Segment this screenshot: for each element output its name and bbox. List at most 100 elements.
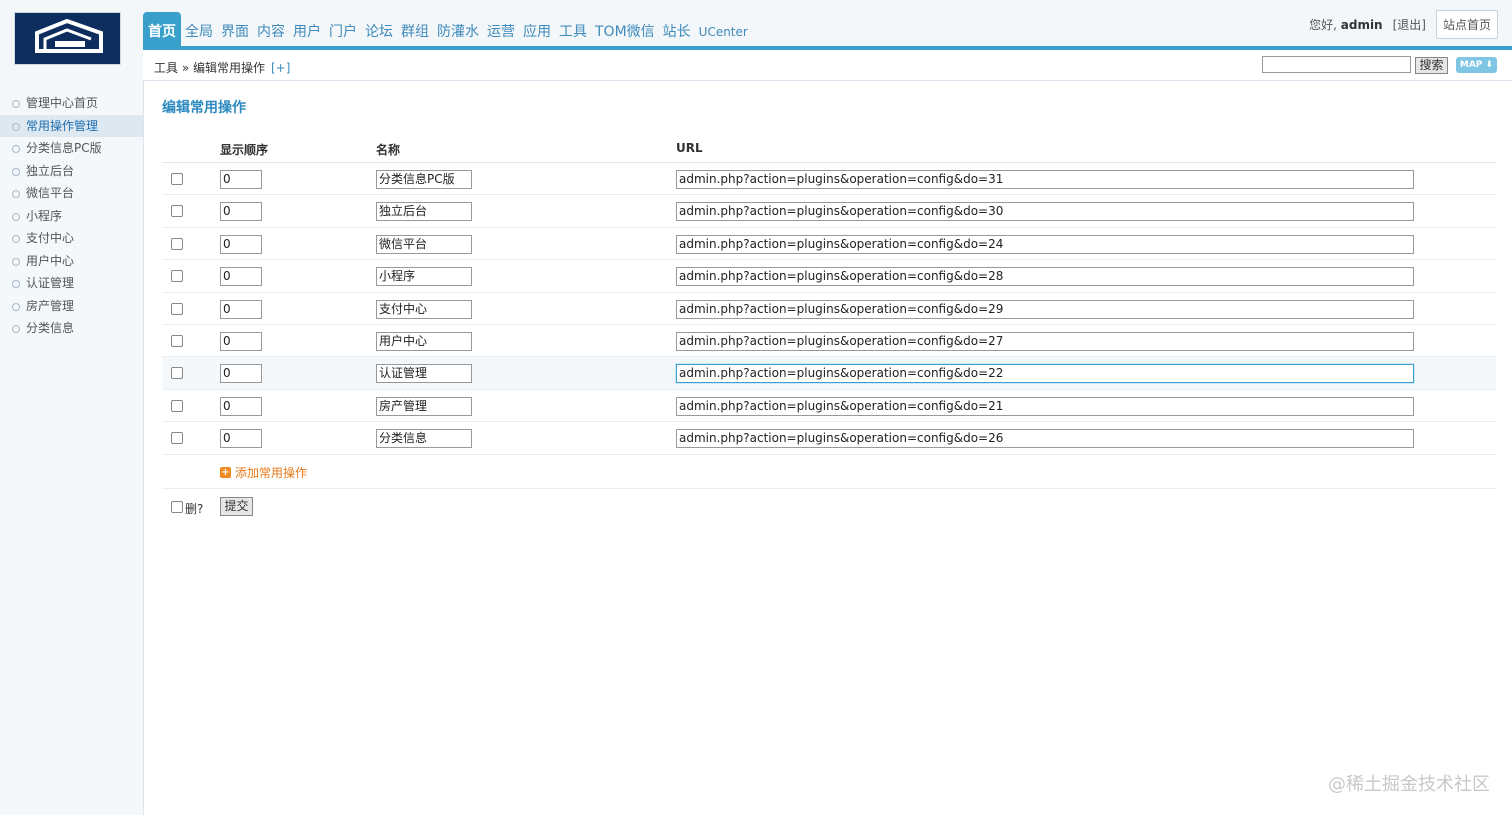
row-delete-checkbox[interactable]	[171, 173, 183, 185]
order-input[interactable]: 0	[220, 267, 262, 287]
nav-item-12[interactable]: TOM微信	[591, 12, 659, 49]
name-input[interactable]: 支付中心	[376, 299, 472, 319]
url-input[interactable]: admin.php?action=plugins&operation=confi…	[676, 364, 1414, 384]
name-input[interactable]: 认证管理	[376, 364, 472, 384]
submit-button[interactable]: 提交	[220, 496, 253, 516]
nav-item-6[interactable]: 论坛	[361, 12, 397, 49]
nav-item-14[interactable]: UCenter	[695, 12, 752, 49]
nav-item-13[interactable]: 站长	[659, 12, 695, 49]
top-nav: 首页 全局 界面 内容 用户 门户 论坛 群组 防灌水 运营 应用 工具 TOM微信 站长 UCenter	[143, 12, 752, 49]
breadcrumb-bar: 工具 » 编辑常用操作 [+] 搜索 MAP ⬇	[143, 50, 1512, 81]
user-info: 您好, admin [退出] 站点首页	[1309, 10, 1498, 39]
sidebar: 管理中心首页 常用操作管理 分类信息PC版 独立后台 微信平台 小程序 支付中心 用户中心 认证…	[0, 80, 144, 815]
name-input[interactable]: 小程序	[376, 267, 472, 287]
plus-icon: +	[220, 466, 231, 478]
table-row: 0 用户中心 admin.php?action=plugins&operation=…	[162, 325, 1496, 358]
name-input[interactable]: 用户中心	[376, 331, 472, 351]
url-input[interactable]: admin.php?action=plugins&operation=confi…	[676, 234, 1414, 254]
row-delete-checkbox[interactable]	[171, 399, 183, 412]
order-input[interactable]: 0	[220, 170, 262, 189]
name-input[interactable]: 独立后台	[376, 202, 472, 222]
row-delete-checkbox[interactable]	[171, 432, 183, 445]
url-input[interactable]: admin.php?action=plugins&operation=confi…	[676, 299, 1414, 319]
add-row: + 添加常用操作	[162, 455, 1496, 489]
url-input[interactable]: admin.php?action=plugins&operation=confi…	[676, 331, 1414, 351]
search-button[interactable]: 搜索	[1415, 57, 1448, 74]
url-input[interactable]: admin.php?action=plugins&operation=confi…	[676, 396, 1414, 416]
breadcrumb: 工具 » 编辑常用操作 [+]	[154, 59, 290, 76]
sidebar-item-4[interactable]: 微信平台	[0, 182, 143, 205]
nav-item-8[interactable]: 防灌水	[433, 12, 483, 49]
sidebar-item-0[interactable]: 管理中心首页	[0, 92, 143, 115]
map-button[interactable]: MAP ⬇	[1456, 57, 1497, 73]
order-input[interactable]: 0	[220, 299, 262, 319]
name-input[interactable]: 房产管理	[376, 396, 472, 416]
table-row: 0 房产管理 admin.php?action=plugins&operation=…	[162, 390, 1496, 423]
order-input[interactable]: 0	[220, 364, 262, 384]
greeting: 您好, admin	[1309, 18, 1383, 32]
nav-item-5[interactable]: 门户	[325, 12, 361, 49]
column-name-header: 名称	[376, 143, 401, 157]
name-input[interactable]: 分类信息PC版	[376, 170, 472, 189]
table-footer: 删? 提交	[162, 489, 1496, 525]
table-row: 0 分类信息PC版 admin.php?action=plugins&operati…	[162, 163, 1496, 196]
operations-table: 显示顺序 名称 URL 0 分类信息PC版 admin.php?action=plu…	[162, 132, 1496, 525]
order-input[interactable]: 0	[220, 202, 262, 222]
search-input[interactable]	[1262, 56, 1411, 73]
column-url-header: URL	[676, 141, 703, 155]
sidebar-item-6[interactable]: 支付中心	[0, 227, 143, 250]
sidebar-item-8[interactable]: 认证管理	[0, 272, 143, 295]
column-order-header: 显示顺序	[220, 143, 269, 157]
url-input[interactable]: admin.php?action=plugins&operation=confi…	[676, 170, 1414, 189]
sidebar-item-7[interactable]: 用户中心	[0, 250, 143, 273]
nav-item-11[interactable]: 工具	[555, 12, 591, 49]
add-shortcut-link[interactable]: [+]	[271, 61, 290, 75]
watermark: @稀土掘金技术社区	[1328, 774, 1490, 795]
row-delete-checkbox[interactable]	[171, 270, 183, 283]
logo[interactable]	[14, 12, 121, 65]
page-title: 编辑常用操作	[162, 100, 246, 116]
sidebar-item-1[interactable]: 常用操作管理	[0, 114, 143, 137]
order-input[interactable]: 0	[220, 234, 262, 254]
sidebar-item-5[interactable]: 小程序	[0, 205, 143, 228]
nav-item-2[interactable]: 界面	[217, 12, 253, 49]
nav-item-0[interactable]: 首页	[143, 12, 181, 49]
url-input[interactable]: admin.php?action=plugins&operation=confi…	[676, 202, 1414, 222]
nav-item-3[interactable]: 内容	[253, 12, 289, 49]
row-delete-checkbox[interactable]	[171, 334, 183, 347]
sidebar-item-2[interactable]: 分类信息PC版	[0, 137, 143, 160]
name-input[interactable]: 微信平台	[376, 234, 472, 254]
nav-item-4[interactable]: 用户	[289, 12, 325, 49]
url-input[interactable]: admin.php?action=plugins&operation=confi…	[676, 429, 1414, 449]
sidebar-item-9[interactable]: 房产管理	[0, 295, 143, 318]
nav-item-10[interactable]: 应用	[519, 12, 555, 49]
row-delete-checkbox[interactable]	[171, 367, 183, 380]
nav-item-9[interactable]: 运营	[483, 12, 519, 49]
row-delete-checkbox[interactable]	[171, 302, 183, 315]
nav-item-7[interactable]: 群组	[397, 12, 433, 49]
table-row: 0 分类信息 admin.php?action=plugins&operation=…	[162, 422, 1496, 455]
table-row: 0 微信平台 admin.php?action=plugins&operation=…	[162, 228, 1496, 261]
delete-all-checkbox[interactable]	[171, 500, 183, 513]
url-input[interactable]: admin.php?action=plugins&operation=confi…	[676, 267, 1414, 287]
nav-item-1[interactable]: 全局	[181, 12, 217, 49]
table-row: 0 支付中心 admin.php?action=plugins&operation=…	[162, 293, 1496, 325]
add-operation-label: 添加常用操作	[235, 465, 308, 480]
row-delete-checkbox[interactable]	[171, 237, 183, 250]
username: admin	[1340, 18, 1383, 32]
table-row: 0 认证管理 admin.php?action=plugins&operation=…	[162, 357, 1496, 390]
name-input[interactable]: 分类信息	[376, 429, 472, 449]
table-row: 0 小程序 admin.php?action=plugins&operation=c…	[162, 260, 1496, 293]
sidebar-item-3[interactable]: 独立后台	[0, 160, 143, 183]
delete-label: 删?	[185, 501, 204, 516]
order-input[interactable]: 0	[220, 396, 262, 416]
breadcrumb-path: 工具 » 编辑常用操作	[154, 61, 265, 75]
row-delete-checkbox[interactable]	[171, 205, 183, 218]
add-operation-link[interactable]: + 添加常用操作	[220, 464, 307, 481]
order-input[interactable]: 0	[220, 331, 262, 351]
sidebar-item-10[interactable]: 分类信息	[0, 317, 143, 340]
site-home-button[interactable]: 站点首页	[1435, 10, 1498, 39]
logout-link[interactable]: [退出]	[1393, 16, 1426, 33]
order-input[interactable]: 0	[220, 429, 262, 449]
table-row: 0 独立后台 admin.php?action=plugins&operation=…	[162, 195, 1496, 228]
